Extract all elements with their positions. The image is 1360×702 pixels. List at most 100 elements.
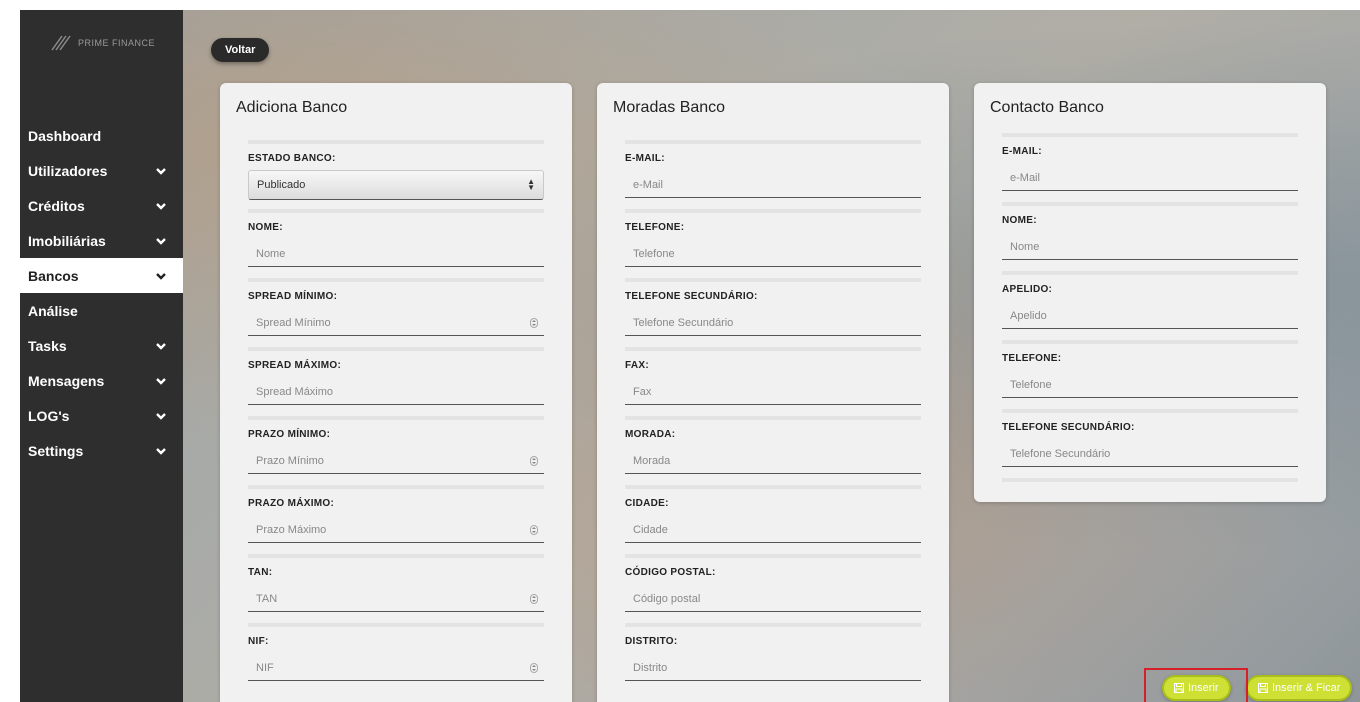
field-label: PRAZO MÍNIMO: xyxy=(248,429,331,440)
sidebar-item-bancos[interactable]: Bancos xyxy=(20,258,183,293)
sidebar-item-label: Imobiliárias xyxy=(28,232,106,249)
prazo-min-input[interactable] xyxy=(248,448,544,474)
field-label: SPREAD MÍNIMO: xyxy=(248,291,338,302)
field-label: TAN: xyxy=(248,567,273,578)
address-phone-field: TELEFONE: xyxy=(625,209,921,278)
field-label: CÓDIGO POSTAL: xyxy=(625,567,716,578)
sidebar-item-label: Créditos xyxy=(28,197,85,214)
field-label: NOME: xyxy=(1002,215,1037,226)
save-icon xyxy=(1258,683,1268,693)
number-spinner-icon[interactable] xyxy=(530,318,538,328)
prazo-max-input[interactable] xyxy=(248,517,544,543)
bank-status-field: ESTADO BANCO: Publicado ▲ ▼ xyxy=(248,140,544,209)
sidebar-item-settings[interactable]: Settings xyxy=(20,433,183,468)
field-label: ESTADO BANCO: xyxy=(248,153,336,164)
contact-email-field: E-MAIL: xyxy=(1002,133,1298,202)
contact-name-input[interactable] xyxy=(1002,234,1298,260)
address-phone2-field: TELEFONE SECUNDÁRIO: xyxy=(625,278,921,347)
field-label: CIDADE: xyxy=(625,498,669,509)
chevron-down-icon xyxy=(156,202,166,210)
tan-input[interactable] xyxy=(248,586,544,612)
spread-min-input[interactable] xyxy=(248,310,544,336)
chevron-down-icon xyxy=(156,237,166,245)
bank-contact-card: Contacto Banco E-MAIL: NOME: APELIDO: TE… xyxy=(974,83,1326,502)
card-title: Moradas Banco xyxy=(613,99,726,116)
chevron-down-icon xyxy=(156,377,166,385)
sidebar: PRIME FINANCE Dashboard Utilizadores Cré… xyxy=(20,10,183,702)
sidebar-item-label: Dashboard xyxy=(28,127,102,144)
contact-surname-input[interactable] xyxy=(1002,303,1298,329)
address-district-field: DISTRITO: xyxy=(625,623,921,692)
sidebar-item-mensagens[interactable]: Mensagens xyxy=(20,363,183,398)
sidebar-item-imobiliarias[interactable]: Imobiliárias xyxy=(20,223,183,258)
sidebar-item-analise[interactable]: Análise xyxy=(20,293,183,328)
brand-logo[interactable]: PRIME FINANCE xyxy=(50,34,155,52)
contact-phone2-input[interactable] xyxy=(1002,441,1298,467)
field-label: E-MAIL: xyxy=(1002,146,1042,157)
card-title: Adiciona Banco xyxy=(236,99,348,116)
address-city-input[interactable] xyxy=(625,517,921,543)
prime-finance-logo-icon xyxy=(51,35,71,51)
back-button[interactable]: Voltar xyxy=(211,38,270,62)
prazo-min-field: PRAZO MÍNIMO: xyxy=(248,416,544,485)
address-postal-field: CÓDIGO POSTAL: xyxy=(625,554,921,623)
sidebar-item-label: Utilizadores xyxy=(28,162,108,179)
address-morada-input[interactable] xyxy=(625,448,921,474)
number-spinner-icon[interactable] xyxy=(530,663,538,673)
card-title: Contacto Banco xyxy=(990,99,1104,116)
contact-email-input[interactable] xyxy=(1002,165,1298,191)
contact-divider xyxy=(1002,478,1298,484)
chevron-down-icon xyxy=(156,167,166,175)
field-label: APELIDO: xyxy=(1002,284,1053,295)
address-phone-input[interactable] xyxy=(625,241,921,267)
address-email-field: E-MAIL: xyxy=(625,140,921,209)
sidebar-item-creditos[interactable]: Créditos xyxy=(20,188,183,223)
chevron-down-icon xyxy=(156,272,166,280)
sidebar-nav: Dashboard Utilizadores Créditos Imobiliá… xyxy=(20,118,183,468)
brand-name: PRIME FINANCE xyxy=(78,38,156,48)
insert-and-stay-button[interactable]: Inserir & Ficar xyxy=(1246,675,1353,701)
chevron-down-icon xyxy=(156,447,166,455)
sidebar-item-label: Análise xyxy=(28,302,78,319)
number-spinner-icon[interactable] xyxy=(530,456,538,466)
address-email-input[interactable] xyxy=(625,172,921,198)
bank-status-select[interactable]: Publicado ▲ ▼ xyxy=(248,170,544,200)
insert-and-stay-button-label: Inserir & Ficar xyxy=(1272,682,1341,694)
chevron-down-icon xyxy=(156,412,166,420)
field-label: FAX: xyxy=(625,360,649,371)
sidebar-item-tasks[interactable]: Tasks xyxy=(20,328,183,363)
address-fax-field: FAX: xyxy=(625,347,921,416)
sidebar-item-label: Tasks xyxy=(28,337,67,354)
add-bank-card: Adiciona Banco ESTADO BANCO: Publicado ▲… xyxy=(220,83,572,702)
select-arrows-icon: ▲ ▼ xyxy=(527,177,535,192)
spread-max-input[interactable] xyxy=(248,379,544,405)
prazo-max-field: PRAZO MÁXIMO: xyxy=(248,485,544,554)
nif-input[interactable] xyxy=(248,655,544,681)
field-label: TELEFONE: xyxy=(625,222,685,233)
sidebar-item-utilizadores[interactable]: Utilizadores xyxy=(20,153,183,188)
sidebar-item-logs[interactable]: LOG's xyxy=(20,398,183,433)
address-postal-input[interactable] xyxy=(625,586,921,612)
contact-phone-field: TELEFONE: xyxy=(1002,340,1298,409)
contact-name-field: NOME: xyxy=(1002,202,1298,271)
contact-phone-input[interactable] xyxy=(1002,372,1298,398)
field-label: DISTRITO: xyxy=(625,636,678,647)
sidebar-item-dashboard[interactable]: Dashboard xyxy=(20,118,183,153)
tan-field: TAN: xyxy=(248,554,544,623)
address-fax-input[interactable] xyxy=(625,379,921,405)
address-district-input[interactable] xyxy=(625,655,921,681)
sidebar-item-label: Mensagens xyxy=(28,372,105,389)
contact-phone2-field: TELEFONE SECUNDÁRIO: xyxy=(1002,409,1298,478)
chevron-down-icon xyxy=(156,342,166,350)
number-spinner-icon[interactable] xyxy=(530,594,538,604)
sidebar-item-label: LOG's xyxy=(28,407,70,424)
field-label: PRAZO MÁXIMO: xyxy=(248,498,335,509)
field-label: TELEFONE SECUNDÁRIO: xyxy=(1002,422,1135,433)
address-morada-field: MORADA: xyxy=(625,416,921,485)
field-label: TELEFONE: xyxy=(1002,353,1062,364)
name-input[interactable] xyxy=(248,241,544,267)
address-phone2-input[interactable] xyxy=(625,310,921,336)
field-label: SPREAD MÁXIMO: xyxy=(248,360,342,371)
number-spinner-icon[interactable] xyxy=(530,525,538,535)
field-label: NOME: xyxy=(248,222,283,233)
